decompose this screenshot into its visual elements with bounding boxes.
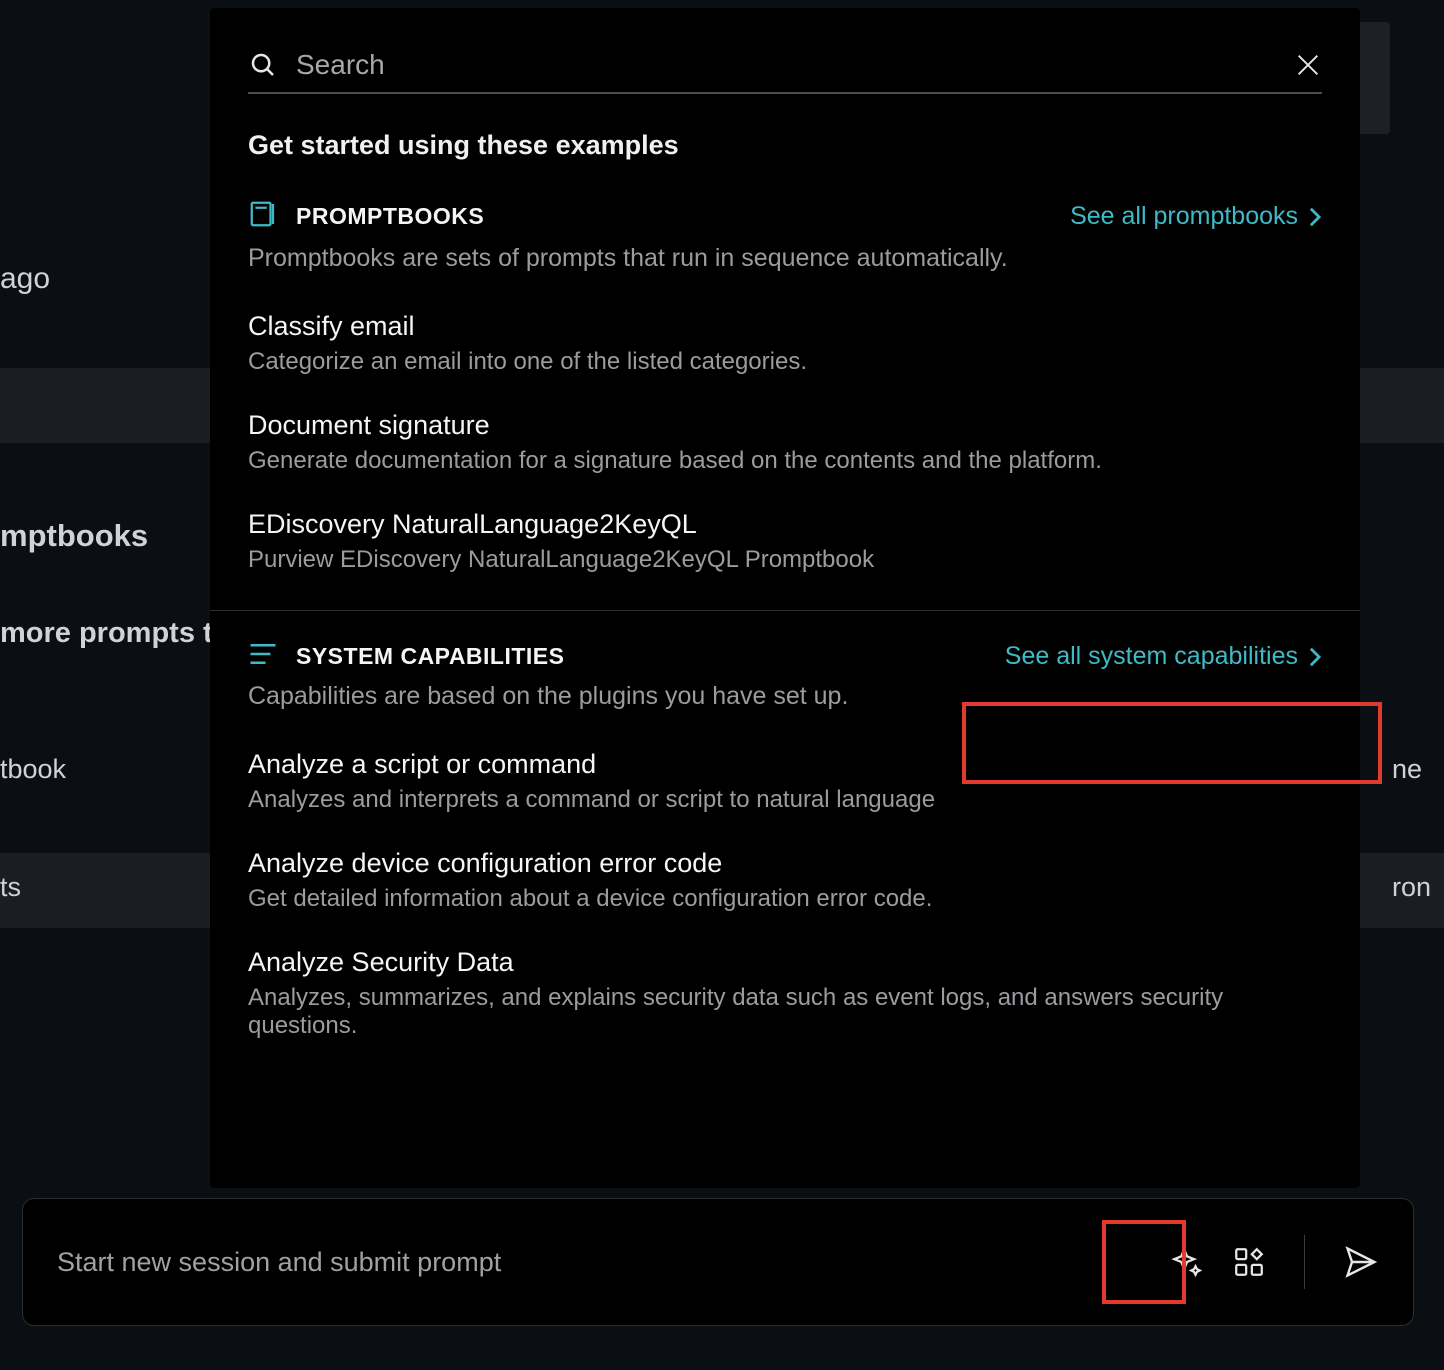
see-all-capabilities-link[interactable]: See all system capabilities — [1005, 642, 1322, 671]
capability-item[interactable]: Analyze device configuration error code … — [248, 832, 1322, 931]
panel-title: Get started using these examples — [248, 130, 1322, 161]
list-icon — [248, 641, 278, 672]
promptbook-item-desc: Generate documentation for a signature b… — [248, 447, 1322, 475]
promptbook-item-title: Document signature — [248, 410, 1322, 441]
promptbook-item-title: Classify email — [248, 311, 1322, 342]
promptbooks-header: PROMPTBOOKS See all promptbooks — [248, 199, 1322, 234]
see-all-promptbooks-link[interactable]: See all promptbooks — [1070, 202, 1322, 231]
bg-text-ron: ron — [1392, 872, 1431, 903]
bg-text-more-prompts: more prompts th — [0, 617, 230, 650]
capability-item-title: Analyze device configuration error code — [248, 848, 1322, 879]
promptbook-item[interactable]: Classify email Categorize an email into … — [248, 295, 1322, 394]
bg-text-tbook: tbook — [0, 754, 66, 785]
promptbook-item[interactable]: EDiscovery NaturalLanguage2KeyQL Purview… — [248, 493, 1322, 592]
bg-text-ts: ts — [0, 872, 21, 903]
capability-item-desc: Analyzes and interprets a command or scr… — [248, 786, 1322, 814]
capabilities-header: SYSTEM CAPABILITIES See all system capab… — [248, 641, 1322, 672]
capability-item-title: Analyze Security Data — [248, 947, 1322, 978]
capability-item-desc: Analyzes, summarizes, and explains secur… — [248, 984, 1322, 1040]
session-prompt-input[interactable] — [57, 1247, 1160, 1278]
book-icon — [248, 199, 278, 234]
bg-text-ago: ago — [0, 262, 50, 296]
search-row — [248, 38, 1322, 94]
promptbook-item-title: EDiscovery NaturalLanguage2KeyQL — [248, 509, 1322, 540]
input-separator — [1304, 1235, 1305, 1289]
send-button[interactable] — [1343, 1244, 1379, 1280]
annotation-highlight-sparkle — [1102, 1220, 1186, 1304]
promptbooks-label: PROMPTBOOKS — [296, 203, 484, 230]
annotation-highlight-capabilities — [962, 702, 1382, 784]
search-input[interactable] — [292, 49, 1280, 81]
search-icon — [248, 50, 278, 80]
bg-text-ne: ne — [1392, 754, 1422, 785]
section-divider — [210, 610, 1360, 611]
promptbook-item[interactable]: Document signature Generate documentatio… — [248, 394, 1322, 493]
close-button[interactable] — [1294, 51, 1322, 79]
capabilities-label: SYSTEM CAPABILITIES — [296, 643, 565, 670]
see-all-capabilities-text: See all system capabilities — [1005, 642, 1298, 671]
plugins-button[interactable] — [1232, 1245, 1266, 1279]
see-all-promptbooks-text: See all promptbooks — [1070, 202, 1298, 231]
capability-item[interactable]: Analyze Security Data Analyzes, summariz… — [248, 931, 1322, 1058]
suggestions-panel: Get started using these examples PROMPTB… — [210, 8, 1360, 1188]
promptbooks-desc: Promptbooks are sets of prompts that run… — [248, 244, 1322, 273]
prompt-input-bar — [22, 1198, 1414, 1326]
bg-text-mptbooks: mptbooks — [0, 518, 148, 554]
capability-item-desc: Get detailed information about a device … — [248, 885, 1322, 913]
promptbook-item-desc: Purview EDiscovery NaturalLanguage2KeyQL… — [248, 546, 1322, 574]
promptbook-item-desc: Categorize an email into one of the list… — [248, 348, 1322, 376]
input-icon-group — [1170, 1235, 1379, 1289]
